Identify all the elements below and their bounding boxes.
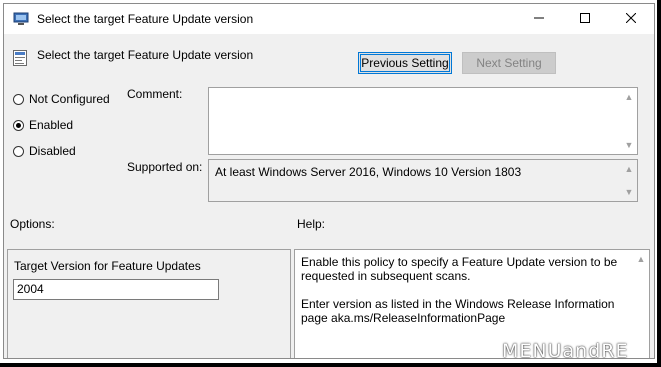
radio-enabled[interactable]: Enabled bbox=[13, 118, 73, 132]
target-version-input[interactable]: 2004 bbox=[13, 279, 219, 300]
maximize-icon bbox=[580, 12, 590, 26]
next-setting-button[interactable]: Next Setting bbox=[462, 52, 556, 74]
supported-on-box: At least Windows Server 2016, Windows 10… bbox=[208, 159, 638, 202]
radio-circle bbox=[13, 145, 24, 157]
comment-scrollbar[interactable]: ▲ ▼ bbox=[621, 88, 637, 154]
window-title: Select the target Feature Update version bbox=[37, 12, 254, 26]
scroll-up-icon[interactable]: ▲ bbox=[621, 90, 637, 104]
help-text: Enable this policy to specify a Feature … bbox=[301, 255, 621, 339]
radio-circle bbox=[13, 93, 24, 105]
scroll-up-icon[interactable]: ▲ bbox=[621, 162, 637, 176]
maximize-button[interactable] bbox=[562, 4, 608, 34]
scroll-up-icon[interactable]: ▲ bbox=[633, 252, 649, 266]
help-scrollbar[interactable]: ▲ bbox=[633, 250, 649, 358]
close-button[interactable] bbox=[608, 4, 654, 34]
minimize-icon bbox=[534, 12, 544, 26]
supported-on-label: Supported on: bbox=[127, 160, 203, 174]
options-heading: Options: bbox=[10, 217, 55, 231]
comment-textarea[interactable]: ▲ ▼ bbox=[208, 87, 638, 155]
target-version-label: Target Version for Feature Updates bbox=[14, 259, 201, 273]
policy-name-heading: Select the target Feature Update version bbox=[37, 48, 254, 62]
supported-on-value: At least Windows Server 2016, Windows 10… bbox=[215, 165, 522, 179]
minimize-button[interactable] bbox=[516, 4, 562, 34]
options-pane: Target Version for Feature Updates 2004 bbox=[7, 249, 291, 358]
radio-label: Disabled bbox=[29, 144, 76, 158]
policy-setting-icon bbox=[13, 50, 27, 66]
help-paragraph: Enable this policy to specify a Feature … bbox=[301, 255, 618, 283]
title-bar: Select the target Feature Update version bbox=[4, 4, 654, 34]
radio-disabled[interactable]: Disabled bbox=[13, 144, 76, 158]
group-policy-app-icon bbox=[13, 12, 29, 26]
radio-not-configured[interactable]: Not Configured bbox=[13, 92, 110, 106]
radio-circle-checked bbox=[13, 119, 24, 131]
help-heading: Help: bbox=[297, 217, 326, 231]
policy-dialog-window: Select the target Feature Update version… bbox=[3, 3, 655, 359]
comment-label: Comment: bbox=[127, 87, 183, 101]
supported-scrollbar[interactable]: ▲ ▼ bbox=[621, 160, 637, 201]
radio-label: Not Configured bbox=[29, 92, 110, 106]
previous-setting-button[interactable]: Previous Setting bbox=[358, 52, 452, 74]
close-icon bbox=[625, 12, 637, 26]
scroll-down-icon[interactable]: ▼ bbox=[621, 185, 637, 199]
radio-label: Enabled bbox=[29, 118, 74, 132]
help-paragraph: Enter version as listed in the Windows R… bbox=[301, 297, 615, 325]
watermark-text: MENUandRE bbox=[502, 340, 629, 362]
scroll-down-icon[interactable]: ▼ bbox=[621, 138, 637, 152]
